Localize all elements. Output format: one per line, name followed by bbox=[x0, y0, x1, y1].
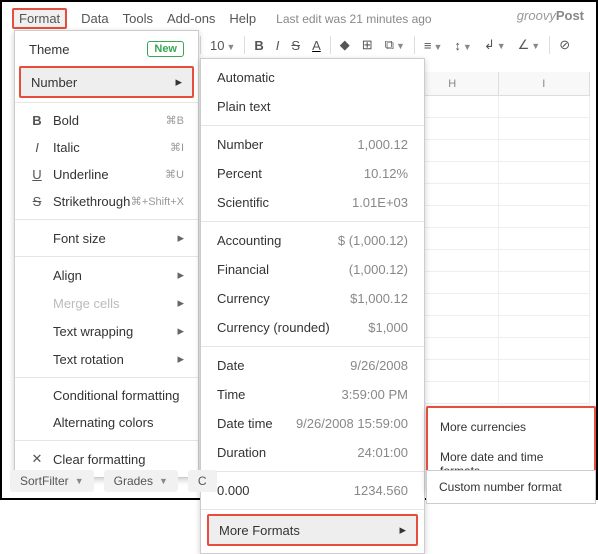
menu-format[interactable]: Format bbox=[12, 8, 67, 29]
table-row bbox=[407, 272, 590, 294]
table-row bbox=[407, 162, 590, 184]
spreadsheet-grid[interactable]: H I bbox=[407, 72, 590, 458]
format-currency-rounded[interactable]: Currency (rounded)$1,000 bbox=[201, 313, 424, 342]
format-automatic[interactable]: Automatic bbox=[201, 63, 424, 92]
chevron-right-icon: ▸ bbox=[177, 267, 184, 283]
menu-number[interactable]: Number▸ bbox=[19, 66, 194, 98]
format-scientific[interactable]: Scientific1.01E+03 bbox=[201, 188, 424, 217]
menu-conditional-formatting[interactable]: Conditional formatting bbox=[15, 382, 198, 409]
chevron-down-icon: ▼ bbox=[159, 476, 168, 486]
sheet-tabs: SortFilter▼ Grades▼ C bbox=[10, 470, 217, 492]
last-edit-info[interactable]: Last edit was 21 minutes ago bbox=[276, 12, 431, 26]
column-header-i[interactable]: I bbox=[499, 72, 591, 95]
chevron-right-icon: ▸ bbox=[177, 351, 184, 367]
format-datetime[interactable]: Date time9/26/2008 15:59:00 bbox=[201, 409, 424, 438]
menu-text-wrapping[interactable]: Text wrapping▸ bbox=[15, 317, 198, 345]
italic-icon: I bbox=[29, 140, 45, 155]
underline-icon: U bbox=[29, 167, 45, 182]
table-row bbox=[407, 228, 590, 250]
menu-merge-cells: Merge cells▸ bbox=[15, 289, 198, 317]
table-row bbox=[407, 96, 590, 118]
borders-icon[interactable]: ⊞ bbox=[359, 37, 376, 53]
table-row bbox=[407, 382, 590, 404]
menu-theme[interactable]: Theme New bbox=[15, 35, 198, 63]
format-currency[interactable]: Currency$1,000.12 bbox=[201, 284, 424, 313]
strike-icon: S bbox=[29, 194, 45, 209]
menu-bold[interactable]: BBold⌘B bbox=[15, 107, 198, 134]
table-row bbox=[407, 184, 590, 206]
menu-italic[interactable]: IItalic⌘I bbox=[15, 134, 198, 161]
text-color-button[interactable]: A bbox=[309, 38, 324, 53]
table-row bbox=[407, 250, 590, 272]
table-row bbox=[407, 140, 590, 162]
menu-clear-formatting[interactable]: ✕Clear formatting bbox=[15, 445, 198, 473]
chevron-right-icon: ▸ bbox=[177, 295, 184, 311]
sheet-tab-c[interactable]: C bbox=[188, 470, 217, 492]
chevron-right-icon: ▸ bbox=[177, 323, 184, 339]
table-row bbox=[407, 206, 590, 228]
format-accounting[interactable]: Accounting$ (1,000.12) bbox=[201, 226, 424, 255]
toolbar: 10▼ B I S A ◆ ⊞ ⧉▼ ≡▼ ↕▼ ↲▼ ∠▼ ⊘ bbox=[200, 32, 588, 58]
sheet-tab-sortfilter[interactable]: SortFilter▼ bbox=[10, 470, 94, 492]
fill-color-icon[interactable]: ◆ bbox=[337, 37, 353, 53]
merge-icon[interactable]: ⧉▼ bbox=[382, 37, 408, 53]
menu-alternating-colors[interactable]: Alternating colors bbox=[15, 409, 198, 436]
font-size-select[interactable]: 10▼ bbox=[207, 38, 238, 53]
italic-button[interactable]: I bbox=[273, 38, 283, 53]
custom-number-format[interactable]: Custom number format bbox=[427, 472, 595, 502]
link-icon[interactable]: ⊘ bbox=[556, 37, 573, 53]
wrap-icon[interactable]: ↲▼ bbox=[481, 37, 509, 53]
table-row bbox=[407, 118, 590, 140]
bold-icon: B bbox=[29, 113, 45, 128]
format-plain-text[interactable]: Plain text bbox=[201, 92, 424, 121]
menu-help[interactable]: Help bbox=[229, 11, 256, 26]
menu-tools[interactable]: Tools bbox=[123, 11, 153, 26]
table-row bbox=[407, 294, 590, 316]
number-submenu: Automatic Plain text Number1,000.12 Perc… bbox=[200, 58, 425, 554]
valign-icon[interactable]: ↕▼ bbox=[451, 38, 474, 53]
more-formats-submenu-2: Custom number format bbox=[426, 470, 596, 504]
format-dropdown: Theme New Number▸ BBold⌘B IItalic⌘I UUnd… bbox=[14, 30, 199, 478]
menu-data[interactable]: Data bbox=[81, 11, 108, 26]
menu-align[interactable]: Align▸ bbox=[15, 261, 198, 289]
menu-addons[interactable]: Add-ons bbox=[167, 11, 215, 26]
strike-button[interactable]: S bbox=[288, 38, 303, 53]
chevron-down-icon: ▼ bbox=[75, 476, 84, 486]
format-percent[interactable]: Percent10.12% bbox=[201, 159, 424, 188]
table-row bbox=[407, 360, 590, 382]
clear-format-icon: ✕ bbox=[29, 451, 45, 467]
new-badge: New bbox=[147, 41, 184, 57]
format-duration[interactable]: Duration24:01:00 bbox=[201, 438, 424, 467]
chevron-right-icon: ▸ bbox=[175, 74, 182, 90]
chevron-right-icon: ▸ bbox=[177, 230, 184, 246]
menu-font-size[interactable]: Font size▸ bbox=[15, 224, 198, 252]
rotate-icon[interactable]: ∠▼ bbox=[515, 37, 544, 53]
format-more-formats[interactable]: More Formats▸ bbox=[207, 514, 418, 546]
brand-logo: groovyPost bbox=[517, 8, 584, 23]
table-row bbox=[407, 316, 590, 338]
menu-underline[interactable]: UUnderline⌘U bbox=[15, 161, 198, 188]
bold-button[interactable]: B bbox=[251, 38, 266, 53]
format-date[interactable]: Date9/26/2008 bbox=[201, 351, 424, 380]
format-custom-zero[interactable]: 0.0001234.560 bbox=[201, 476, 424, 505]
format-financial[interactable]: Financial(1,000.12) bbox=[201, 255, 424, 284]
chevron-right-icon: ▸ bbox=[399, 522, 406, 538]
menu-text-rotation[interactable]: Text rotation▸ bbox=[15, 345, 198, 373]
halign-icon[interactable]: ≡▼ bbox=[421, 38, 446, 53]
format-time[interactable]: Time3:59:00 PM bbox=[201, 380, 424, 409]
menu-strikethrough[interactable]: SStrikethrough⌘+Shift+X bbox=[15, 188, 198, 215]
table-row bbox=[407, 338, 590, 360]
sheet-tab-grades[interactable]: Grades▼ bbox=[104, 470, 178, 492]
more-currencies[interactable]: More currencies bbox=[428, 412, 594, 442]
format-number[interactable]: Number1,000.12 bbox=[201, 130, 424, 159]
